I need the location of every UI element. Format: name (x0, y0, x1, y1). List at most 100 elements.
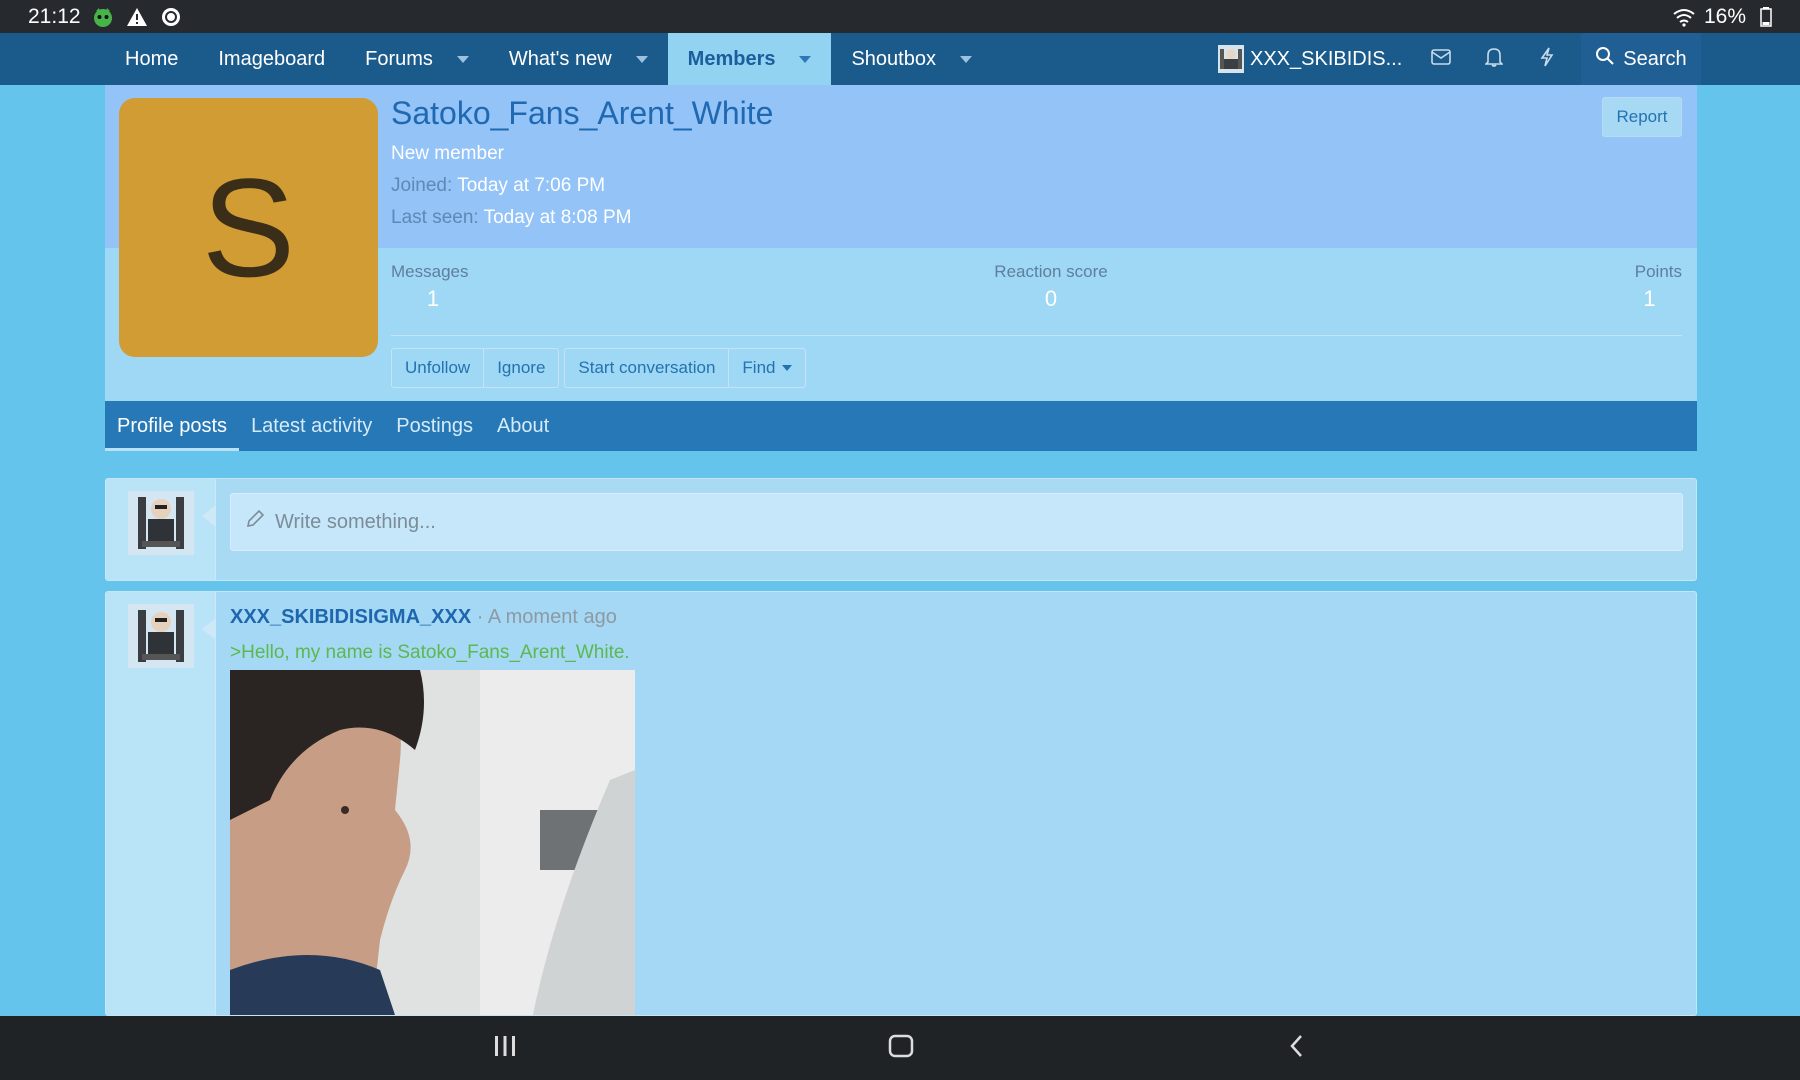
write-something-input[interactable]: Write something... (230, 493, 1683, 551)
search-icon (1595, 46, 1615, 72)
nav-whats-new[interactable]: What's new (489, 33, 668, 85)
account-menu[interactable]: XXX_SKIBIDIS... (1208, 33, 1414, 85)
post-header: XXX_SKIBIDISIGMA_XXX · A moment ago (230, 606, 617, 629)
nav-home-label: Home (125, 47, 179, 70)
avatar[interactable] (128, 491, 194, 555)
joined-line: Joined: Today at 7:06 PM (391, 175, 605, 197)
last-seen-line: Last seen: Today at 8:08 PM (391, 207, 631, 229)
recent-apps-icon (493, 1035, 517, 1062)
search-button[interactable]: Search (1581, 33, 1701, 85)
home-button[interactable] (881, 1032, 921, 1064)
post-author-link[interactable]: XXX_SKIBIDISIGMA_XXX (230, 606, 471, 628)
post-greentext: >Hello, my name is Satoko_Fans_Arent_Whi… (230, 642, 630, 663)
main-navigation: Home Imageboard Forums What's new Member… (0, 33, 1800, 85)
nav-members-label: Members (687, 47, 776, 70)
tab-label: Postings (396, 414, 473, 437)
alerts-button[interactable] (1467, 33, 1520, 85)
clock: 21:12 (28, 4, 81, 28)
nav-imageboard-label: Imageboard (218, 47, 326, 70)
back-icon (1289, 1034, 1305, 1063)
envelope-icon (1430, 48, 1451, 70)
post-photo[interactable] (230, 670, 635, 1015)
profile-username: Satoko_Fans_Arent_White (391, 95, 774, 131)
report-button[interactable]: Report (1602, 97, 1682, 137)
post-avatar-column (106, 592, 216, 1015)
stat-messages-label: Messages (391, 262, 469, 281)
user-title: New member (391, 143, 504, 164)
write-placeholder: Write something... (275, 510, 436, 533)
unfollow-button[interactable]: Unfollow (392, 349, 483, 387)
follow-ignore-group: Unfollow Ignore (391, 348, 560, 388)
warning-icon (125, 5, 149, 29)
stat-points[interactable]: Points 1 (1617, 262, 1682, 312)
nav-whats-new-label: What's new (508, 47, 612, 70)
stat-messages-value: 1 (426, 286, 440, 311)
tab-postings[interactable]: Postings (384, 401, 485, 451)
chevron-down-icon (781, 365, 792, 371)
sync-icon (159, 5, 183, 29)
stat-messages[interactable]: Messages 1 (391, 262, 475, 312)
home-icon (888, 1034, 914, 1063)
search-label: Search (1623, 47, 1687, 70)
recent-apps-button[interactable] (485, 1032, 525, 1064)
last-seen-label: Last seen: (391, 207, 479, 228)
post-timestamp[interactable]: · A moment ago (471, 606, 617, 628)
wifi-icon (1672, 5, 1696, 29)
avatar (1218, 45, 1244, 73)
system-navigation-bar (0, 1016, 1800, 1080)
chevron-down-icon[interactable] (799, 55, 812, 63)
stat-reaction-score: Reaction score 0 (976, 262, 1126, 312)
tab-label: Latest activity (251, 414, 373, 437)
nav-members[interactable]: Members (667, 33, 832, 85)
avatar[interactable] (128, 604, 194, 668)
nav-forums[interactable]: Forums (345, 33, 489, 85)
chevron-down-icon[interactable] (456, 55, 469, 63)
stat-points-label: Points (1634, 262, 1682, 281)
profile-avatar[interactable]: S (119, 98, 378, 357)
profile-stats: Messages 1 Reaction score 0 Points 1 (391, 248, 1682, 336)
ignore-button[interactable]: Ignore (483, 349, 558, 387)
joined-label: Joined: (391, 175, 453, 196)
nav-imageboard[interactable]: Imageboard (198, 33, 345, 85)
nav-home[interactable]: Home (105, 33, 198, 85)
last-seen-value: Today at 8:08 PM (483, 207, 632, 228)
chevron-down-icon[interactable] (959, 55, 972, 63)
stat-reaction-value: 0 (1044, 286, 1058, 311)
speech-arrow (202, 505, 216, 527)
stat-points-value: 1 (1643, 286, 1656, 311)
tab-label: About (496, 414, 550, 437)
system-status-bar: 21:12 16% (0, 0, 1800, 33)
pencil-icon (245, 509, 265, 535)
nav-shoutbox[interactable]: Shoutbox (831, 33, 992, 85)
find-button[interactable]: Find (728, 349, 804, 387)
inbox-button[interactable] (1414, 33, 1467, 85)
avatar-letter: S (201, 148, 296, 306)
battery-percent: 16% (1703, 4, 1746, 28)
back-button[interactable] (1277, 1032, 1317, 1064)
chevron-down-icon[interactable] (635, 55, 648, 63)
tab-latest-activity[interactable]: Latest activity (239, 401, 384, 451)
joined-value: Today at 7:06 PM (457, 175, 606, 196)
bell-icon (1483, 47, 1504, 72)
nav-forums-label: Forums (365, 47, 433, 70)
profile-post: XXX_SKIBIDISIGMA_XXX · A moment ago >Hel… (105, 591, 1697, 1016)
stat-reaction-label: Reaction score (994, 262, 1108, 281)
battery-icon (1754, 5, 1778, 29)
profile-actions: Unfollow Ignore Start conversation Find (391, 348, 806, 388)
composer-avatar-column (106, 479, 216, 580)
profile-post-composer: Write something... (105, 478, 1697, 581)
bolt-icon (1539, 47, 1555, 72)
speech-arrow (202, 618, 216, 640)
whats-new-button[interactable] (1520, 33, 1573, 85)
nav-shoutbox-label: Shoutbox (851, 47, 936, 70)
tab-label: Profile posts (117, 414, 228, 437)
start-conversation-button[interactable]: Start conversation (565, 349, 728, 387)
app-notification-icon (91, 5, 115, 29)
account-username: XXX_SKIBIDIS... (1250, 47, 1403, 70)
member-profile-card: S Satoko_Fans_Arent_White New member Joi… (105, 85, 1697, 451)
tab-profile-posts[interactable]: Profile posts (105, 401, 240, 451)
tab-about[interactable]: About (485, 401, 561, 451)
profile-tabs: Profile posts Latest activity Postings A… (105, 401, 1697, 451)
find-label: Find (742, 358, 776, 377)
conversation-find-group: Start conversation Find (564, 348, 806, 388)
